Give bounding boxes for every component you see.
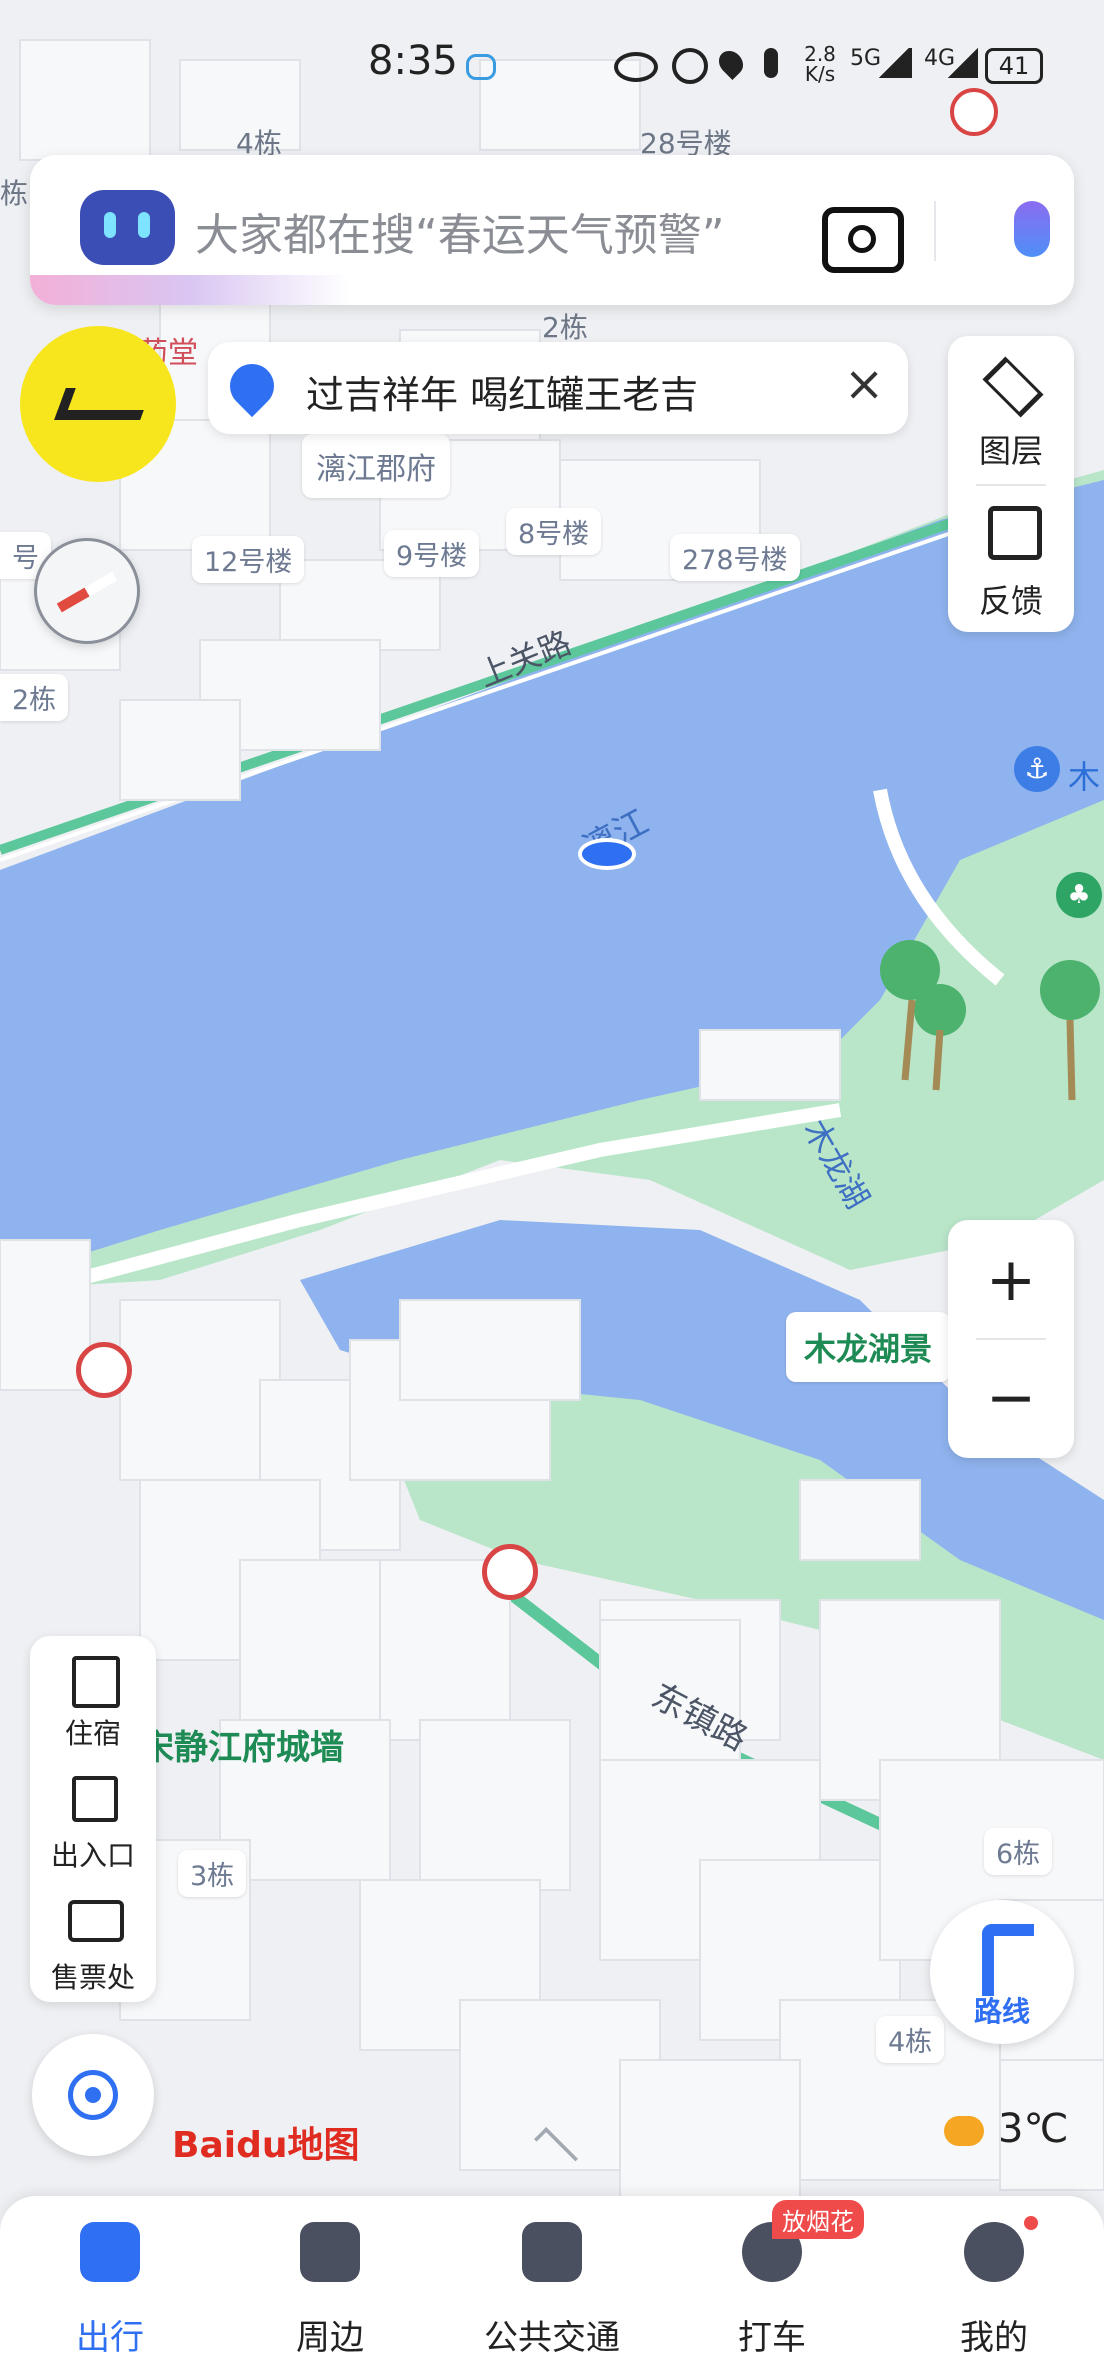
- label-building-278: 278号楼: [670, 534, 800, 581]
- camera-icon[interactable]: [822, 207, 904, 273]
- nav-profile[interactable]: 我的: [884, 2196, 1104, 2376]
- route-arrow-icon: [982, 1924, 1034, 1996]
- building-icon: [72, 1656, 120, 1708]
- location-dot-icon: [578, 838, 636, 870]
- compass-icon: [56, 571, 118, 613]
- label-building-8: 8号楼: [506, 508, 602, 555]
- nav-nearby-label: 周边: [296, 2318, 364, 2358]
- divider: [934, 201, 936, 261]
- nav-nearby[interactable]: 周边: [220, 2196, 440, 2376]
- banner-text: 过吉祥年 喝红罐王老吉: [306, 373, 699, 417]
- label-building-12: 12号楼: [192, 536, 305, 583]
- alarm-icon: [672, 48, 708, 84]
- close-icon[interactable]: ×: [844, 356, 884, 412]
- promo-avatar-icon[interactable]: [20, 326, 176, 482]
- search-glow: [30, 275, 350, 305]
- route-label: 路线: [973, 1995, 1030, 2028]
- divider: [976, 1338, 1046, 1340]
- label-building-3: 3栋: [178, 1850, 247, 1897]
- anchor-icon[interactable]: ⚓: [1014, 746, 1060, 792]
- eye-icon: [614, 52, 658, 82]
- zoom-control: + −: [948, 1220, 1074, 1458]
- nav-transit[interactable]: 公共交通: [442, 2196, 662, 2376]
- nav-transit-label: 公共交通: [484, 2318, 620, 2358]
- battery-indicator: 41: [985, 48, 1043, 84]
- assistant-robot-icon[interactable]: [80, 190, 175, 265]
- label-building-2: 2栋: [542, 311, 588, 344]
- entrance-label: 出入口: [50, 1839, 135, 1872]
- layers-button[interactable]: 图层: [948, 336, 1074, 482]
- poi-mulong-scenic[interactable]: 木龙湖景: [786, 1312, 951, 1382]
- layers-icon: [982, 356, 1044, 418]
- partly-cloudy-icon: [944, 2116, 984, 2146]
- lodging-button[interactable]: 住宿: [30, 1636, 156, 1758]
- notification-dot: [1024, 2216, 1038, 2230]
- search-bar[interactable]: 大家都在搜“春运天气预警”: [30, 155, 1074, 305]
- nav-taxi-label: 打车: [738, 2318, 806, 2358]
- locate-button[interactable]: [32, 2034, 154, 2156]
- shopping-bag-icon: [300, 2222, 360, 2282]
- voice-microphone-icon[interactable]: [1014, 201, 1050, 257]
- bus-icon: [522, 2222, 582, 2282]
- ticket-office-button[interactable]: 售票处: [30, 1880, 156, 2002]
- exit-icon: [72, 1776, 118, 1822]
- compass-button[interactable]: [34, 538, 140, 644]
- search-input[interactable]: 大家都在搜“春运天气预警”: [195, 199, 725, 263]
- crosshair-icon: [68, 2070, 118, 2120]
- network-speed: 2.8 K/s: [804, 42, 836, 86]
- lodging-label: 住宿: [64, 1717, 121, 1750]
- poi-lijiang-junfu[interactable]: 漓江郡府: [302, 434, 450, 498]
- map-tools-panel: 图层 反馈: [948, 336, 1074, 632]
- label-building-6: 6栋: [984, 1828, 1053, 1875]
- profile-icon: [964, 2222, 1024, 2282]
- route-button[interactable]: 路线: [930, 1900, 1074, 2044]
- microphone-icon: [764, 48, 778, 78]
- nav-travel[interactable]: 出行: [0, 2196, 220, 2376]
- zoom-in-button[interactable]: +: [948, 1230, 1074, 1330]
- location-icon: [714, 46, 748, 80]
- nav-travel-label: 出行: [76, 2318, 144, 2358]
- bottom-nav: 出行 周边 公共交通 放烟花 打车 我的: [0, 2196, 1104, 2376]
- no-entry-marker[interactable]: [482, 1544, 538, 1600]
- ticket-icon: [68, 1900, 124, 1942]
- temperature: 3℃: [998, 2106, 1069, 2152]
- nav-profile-label: 我的: [960, 2318, 1028, 2358]
- nav-taxi[interactable]: 放烟花 打车: [662, 2196, 882, 2376]
- map-pin-icon: [220, 354, 284, 418]
- label-building-2b: 2栋: [0, 674, 69, 721]
- status-time: 8:35: [368, 38, 458, 84]
- tree-poi-icon[interactable]: ♣: [1056, 872, 1102, 918]
- entrance-button[interactable]: 出入口: [30, 1758, 156, 1880]
- feedback-label: 反馈: [978, 582, 1043, 620]
- signal-5g-icon: [876, 48, 912, 78]
- travel-icon: [80, 2222, 140, 2282]
- no-entry-marker[interactable]: [76, 1342, 132, 1398]
- label-building-9: 9号楼: [384, 530, 480, 577]
- signal-4g-icon: [948, 48, 978, 78]
- zoom-out-button[interactable]: −: [948, 1348, 1074, 1448]
- edit-icon: [988, 506, 1042, 560]
- status-bar: 8:35 2.8 K/s 5G 4G 41: [0, 0, 1104, 130]
- taxi-badge: 放烟花: [772, 2200, 864, 2239]
- ticket-office-label: 售票处: [50, 1961, 135, 1994]
- feedback-button[interactable]: 反馈: [948, 486, 1074, 632]
- label-edge-building: 栋: [0, 177, 29, 210]
- promo-banner[interactable]: 过吉祥年 喝红罐王老吉 ×: [208, 342, 908, 434]
- baidu-map-logo: Baidu地图: [172, 2125, 360, 2166]
- layers-label: 图层: [978, 432, 1043, 470]
- label-mu-partial: 木: [1068, 758, 1101, 796]
- poi-filter-panel: 住宿 出入口 售票处: [30, 1636, 156, 2002]
- poi-city-wall[interactable]: 宋静江府城墙: [140, 1720, 344, 1769]
- chat-bubble-icon: [466, 54, 496, 80]
